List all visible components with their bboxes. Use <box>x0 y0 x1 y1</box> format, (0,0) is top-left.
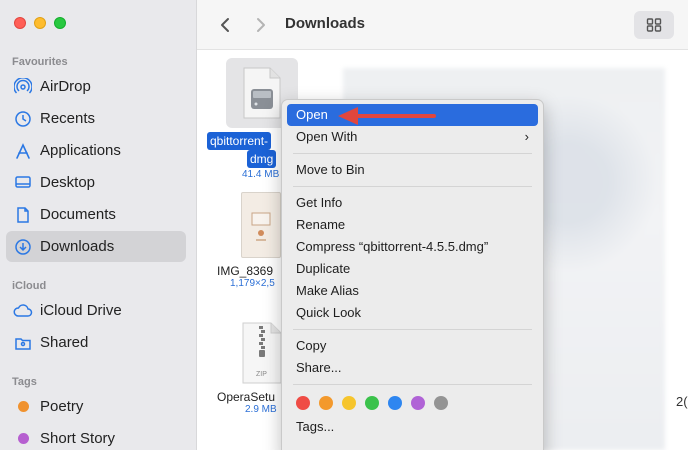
view-options-button[interactable] <box>634 11 674 39</box>
sidebar-item-airdrop[interactable]: AirDrop <box>6 71 186 102</box>
sidebar-item-tag-poetry[interactable]: Poetry <box>6 391 186 422</box>
chevron-right-icon: › <box>524 129 529 144</box>
sidebar-item-icloud-drive[interactable]: iCloud Drive <box>6 295 186 326</box>
tag-color-blue[interactable] <box>388 396 402 410</box>
document-icon <box>6 206 40 224</box>
tag-dot-icon <box>6 433 40 444</box>
chevron-right-icon <box>257 18 265 32</box>
applications-icon <box>6 142 40 160</box>
sidebar-item-label: Desktop <box>40 174 96 191</box>
sidebar-section-favourites: Favourites <box>12 56 68 68</box>
menu-separator <box>293 153 532 154</box>
tag-color-red[interactable] <box>296 396 310 410</box>
menu-separator <box>293 186 532 187</box>
menu-separator <box>293 384 532 385</box>
window-controls <box>14 17 66 29</box>
airdrop-icon <box>6 77 40 96</box>
tag-color-green[interactable] <box>365 396 379 410</box>
sidebar-item-desktop[interactable]: Desktop <box>6 167 186 198</box>
tag-color-orange[interactable] <box>319 396 333 410</box>
menu-item-quick-look[interactable]: Quick Look <box>287 302 538 324</box>
menu-item-make-alias[interactable]: Make Alias <box>287 280 538 302</box>
file-name-line1: qbittorrent- <box>207 132 272 150</box>
sidebar-section-tags: Tags <box>12 376 37 388</box>
sidebar-item-label: Recents <box>40 110 96 127</box>
annotation-arrow-icon <box>338 107 436 125</box>
finder-window: Favourites AirDrop Recents Applications … <box>0 0 688 450</box>
partial-file-label: 2( <box>676 394 688 409</box>
sidebar-section-icloud: iCloud <box>12 280 47 292</box>
menu-item-share[interactable]: Share... <box>287 357 538 379</box>
menu-item-copy[interactable]: Copy <box>287 335 538 357</box>
image-thumbnail-icon <box>241 192 281 258</box>
minimize-window-button[interactable] <box>34 17 46 29</box>
sidebar-item-label: Short Story <box>40 430 116 447</box>
menu-separator <box>293 329 532 330</box>
tag-color-grey[interactable] <box>434 396 448 410</box>
sidebar-item-label: AirDrop <box>40 78 91 95</box>
menu-item-get-info[interactable]: Get Info <box>287 192 538 214</box>
close-window-button[interactable] <box>14 17 26 29</box>
file-name-line2: dmg <box>247 150 277 168</box>
toolbar: Downloads <box>197 0 688 50</box>
shared-folder-icon <box>6 334 40 352</box>
zip-archive-icon: ZIP <box>239 322 285 384</box>
zoom-window-button[interactable] <box>54 17 66 29</box>
clock-icon <box>6 110 40 128</box>
sidebar-item-label: Downloads <box>40 238 115 255</box>
sidebar-item-documents[interactable]: Documents <box>6 199 186 230</box>
forward-button[interactable] <box>251 14 271 36</box>
desktop-icon <box>6 174 40 192</box>
sidebar-item-label: Applications <box>40 142 121 159</box>
chevron-left-icon <box>221 18 229 32</box>
tag-dot-icon <box>6 401 40 412</box>
cloud-icon <box>6 302 40 320</box>
context-menu: Open Open With › Move to Bin Get Info Re… <box>281 99 544 450</box>
sidebar-item-downloads[interactable]: Downloads <box>6 231 186 262</box>
grid-view-icon <box>646 18 662 32</box>
window-title: Downloads <box>285 15 366 32</box>
sidebar-item-label: Shared <box>40 334 89 351</box>
tag-color-purple[interactable] <box>411 396 425 410</box>
back-button[interactable] <box>215 14 235 36</box>
tag-color-yellow[interactable] <box>342 396 356 410</box>
download-icon <box>6 238 40 256</box>
tag-color-row <box>287 390 538 416</box>
svg-text:ZIP: ZIP <box>256 371 267 378</box>
sidebar-item-applications[interactable]: Applications <box>6 135 186 166</box>
menu-item-compress[interactable]: Compress “qbittorrent-4.5.5.dmg” <box>287 236 538 258</box>
sidebar: Favourites AirDrop Recents Applications … <box>0 0 197 450</box>
menu-item-duplicate[interactable]: Duplicate <box>287 258 538 280</box>
sidebar-item-label: Documents <box>40 206 116 223</box>
sidebar-item-label: iCloud Drive <box>40 302 122 319</box>
menu-item-label: Open With <box>296 129 358 144</box>
sidebar-item-recents[interactable]: Recents <box>6 103 186 134</box>
sidebar-item-tag-short-story[interactable]: Short Story <box>6 423 186 450</box>
sidebar-item-label: Poetry <box>40 398 84 415</box>
sidebar-item-shared[interactable]: Shared <box>6 327 186 358</box>
menu-item-move-to-bin[interactable]: Move to Bin <box>287 159 538 181</box>
menu-item-tags[interactable]: Tags... <box>287 416 538 438</box>
menu-item-open-with[interactable]: Open With › <box>287 126 538 148</box>
menu-item-rename[interactable]: Rename <box>287 214 538 236</box>
